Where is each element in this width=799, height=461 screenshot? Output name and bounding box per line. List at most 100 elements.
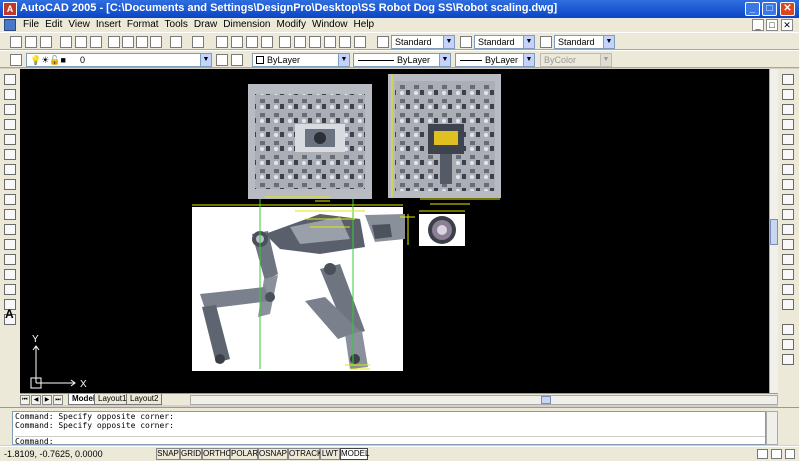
- chevron-down-icon[interactable]: ▼: [439, 54, 450, 66]
- coordinate-display[interactable]: -1.8109, -0.7625, 0.0000: [4, 449, 103, 459]
- side-view-image[interactable]: [192, 207, 405, 371]
- menu-item-tools[interactable]: Tools: [162, 19, 191, 31]
- menu-item-view[interactable]: View: [65, 19, 93, 31]
- rectangle-icon[interactable]: [4, 134, 16, 145]
- copy-icon[interactable]: [122, 36, 134, 48]
- open-icon[interactable]: [25, 36, 37, 48]
- vertical-scrollbar[interactable]: [769, 69, 778, 393]
- status-menu-icon[interactable]: [785, 449, 795, 459]
- line-icon[interactable]: [4, 74, 16, 85]
- doc-minimize-button[interactable]: _: [752, 19, 764, 31]
- menu-item-file[interactable]: File: [20, 19, 42, 31]
- osnap-toggle[interactable]: OSNAP: [258, 448, 288, 460]
- menu-item-dimension[interactable]: Dimension: [220, 19, 273, 31]
- maximize-button[interactable]: □: [762, 2, 777, 16]
- chevron-down-icon[interactable]: ▼: [523, 36, 534, 48]
- trim-icon[interactable]: [782, 209, 794, 220]
- horizontal-scroll-thumb[interactable]: [541, 396, 551, 404]
- next-tab-icon[interactable]: ▶: [42, 395, 52, 405]
- offset-icon[interactable]: [782, 119, 794, 130]
- front-view-image[interactable]: [419, 214, 465, 246]
- save-icon[interactable]: [40, 36, 52, 48]
- publish-icon[interactable]: [90, 36, 102, 48]
- revision-cloud-icon[interactable]: [4, 179, 16, 190]
- close-button[interactable]: ✕: [780, 2, 795, 16]
- otrack-toggle[interactable]: OTRACK: [288, 448, 322, 460]
- prev-tab-icon[interactable]: ◀: [31, 395, 41, 405]
- arc-icon[interactable]: [4, 149, 16, 160]
- copy-object-icon[interactable]: [782, 89, 794, 100]
- explode-icon[interactable]: [782, 299, 794, 310]
- doc-close-button[interactable]: ✕: [781, 19, 793, 31]
- zoom-previous-icon[interactable]: [261, 36, 273, 48]
- help-icon[interactable]: [354, 36, 366, 48]
- paste-icon[interactable]: [136, 36, 148, 48]
- bring-to-front-icon[interactable]: [782, 339, 794, 350]
- polygon-icon[interactable]: [4, 119, 16, 130]
- chevron-down-icon[interactable]: ▼: [338, 54, 349, 66]
- scale-icon[interactable]: [782, 179, 794, 190]
- make-layer-current-icon[interactable]: [216, 54, 228, 66]
- minimize-button[interactable]: _: [745, 2, 760, 16]
- draw-order-icon[interactable]: [782, 324, 794, 335]
- layer-previous-icon[interactable]: [231, 54, 243, 66]
- ellipse-arc-icon[interactable]: [4, 224, 16, 235]
- text-style-icon[interactable]: [377, 36, 389, 48]
- document-icon[interactable]: [4, 19, 16, 31]
- lineweight-combo[interactable]: ByLayer ▼: [455, 53, 535, 67]
- undo-icon[interactable]: [170, 36, 182, 48]
- communication-center-icon[interactable]: [757, 449, 768, 459]
- chamfer-icon[interactable]: [782, 269, 794, 280]
- zoom-window-icon[interactable]: [246, 36, 258, 48]
- tab-layout1[interactable]: Layout1: [94, 394, 131, 405]
- model-toggle[interactable]: MODEL: [340, 448, 369, 460]
- command-scrollbar[interactable]: [766, 411, 778, 445]
- mirror-icon[interactable]: [782, 104, 794, 115]
- grid-toggle[interactable]: GRID: [180, 448, 202, 460]
- pan-icon[interactable]: [216, 36, 228, 48]
- new-icon[interactable]: [10, 36, 22, 48]
- menu-item-insert[interactable]: Insert: [93, 19, 124, 31]
- chevron-down-icon[interactable]: ▼: [443, 36, 454, 48]
- dim-style-combo[interactable]: Standard ▼: [474, 35, 535, 49]
- array-icon[interactable]: [782, 134, 794, 145]
- polyline-icon[interactable]: [4, 104, 16, 115]
- break-at-point-icon[interactable]: [782, 239, 794, 250]
- last-tab-icon[interactable]: ⏭: [53, 395, 63, 405]
- top-view-image-right[interactable]: [388, 74, 501, 198]
- dim-style-icon[interactable]: [460, 36, 472, 48]
- snap-toggle[interactable]: SNAP: [156, 448, 180, 460]
- menu-item-edit[interactable]: Edit: [42, 19, 65, 31]
- sheet-set-icon[interactable]: [324, 36, 336, 48]
- layer-manager-icon[interactable]: [10, 54, 22, 66]
- text-style-combo[interactable]: Standard ▼: [391, 35, 455, 49]
- point-icon[interactable]: [4, 269, 16, 280]
- cut-icon[interactable]: [108, 36, 120, 48]
- color-combo[interactable]: ByLayer ▼: [252, 53, 350, 67]
- polar-toggle[interactable]: POLAR: [230, 448, 258, 460]
- chevron-down-icon[interactable]: ▼: [523, 54, 534, 66]
- spline-icon[interactable]: [4, 194, 16, 205]
- send-to-back-icon[interactable]: [782, 354, 794, 365]
- zoom-realtime-icon[interactable]: [231, 36, 243, 48]
- erase-icon[interactable]: [782, 74, 794, 85]
- autocad-app-icon[interactable]: A: [3, 2, 17, 16]
- linetype-combo[interactable]: ByLayer ▼: [353, 53, 451, 67]
- print-icon[interactable]: [60, 36, 72, 48]
- circle-icon[interactable]: [4, 164, 16, 175]
- stretch-icon[interactable]: [782, 194, 794, 205]
- rotate-icon[interactable]: [782, 164, 794, 175]
- hatch-icon[interactable]: [4, 284, 16, 295]
- extend-icon[interactable]: [782, 224, 794, 235]
- drawing-area[interactable]: Y X: [20, 69, 769, 393]
- table-style-combo[interactable]: Standard ▼: [554, 35, 615, 49]
- break-icon[interactable]: [782, 254, 794, 265]
- chevron-down-icon[interactable]: ▼: [603, 36, 614, 48]
- layer-combo[interactable]: 💡☀🔓■ 0 ▼: [26, 53, 212, 67]
- insert-block-icon[interactable]: [4, 239, 16, 250]
- menu-item-modify[interactable]: Modify: [274, 19, 309, 31]
- horizontal-scrollbar[interactable]: [190, 395, 778, 405]
- command-history[interactable]: Command: Specify opposite corner: Comman…: [12, 411, 766, 446]
- move-icon[interactable]: [782, 149, 794, 160]
- menu-item-draw[interactable]: Draw: [191, 19, 220, 31]
